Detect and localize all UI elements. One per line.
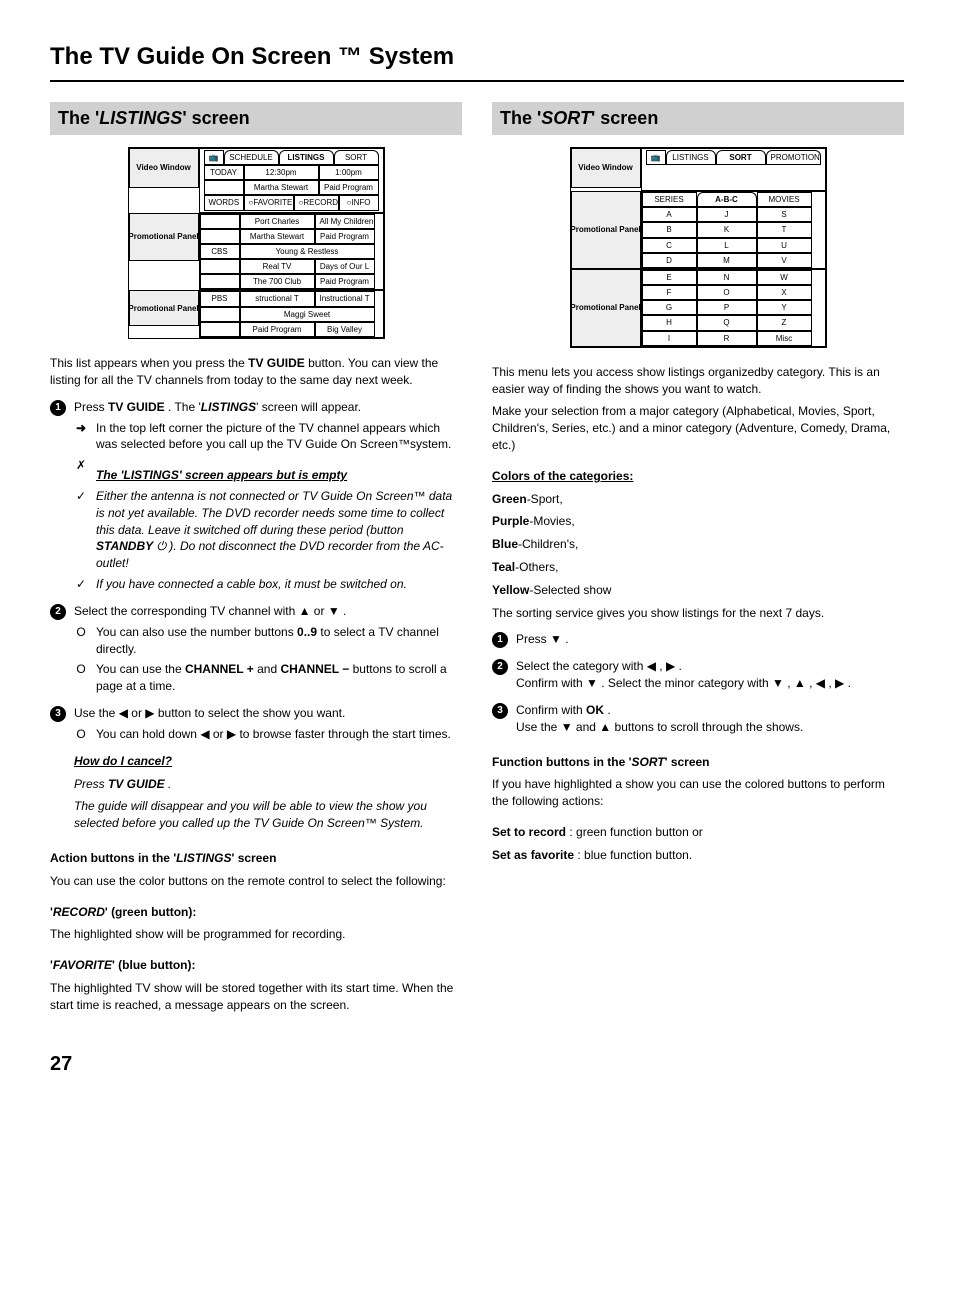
colors-post: The sorting service gives you show listi… (492, 605, 904, 622)
sort-intro: This menu lets you access show listings … (492, 364, 904, 398)
favorite-label: 'FAVORITE' (blue button): (50, 957, 462, 974)
color-green: Green-Sport, (492, 491, 904, 508)
record-body: The highlighted show will be programmed … (50, 926, 462, 943)
left-icon: ◀ (200, 727, 209, 741)
listings-step-3: 3 Use the ◀ or ▶ button to select the sh… (50, 705, 462, 722)
step2-sub2: O You can use the CHANNEL + and CHANNEL … (74, 661, 462, 695)
down-icon: ▼ (550, 632, 562, 646)
up-icon: ▲ (299, 604, 311, 618)
color-blue: Blue-Children's, (492, 536, 904, 553)
color-teal: Teal-Others, (492, 559, 904, 576)
function-buttons-heading: Function buttons in the 'SORT' screen (492, 754, 904, 771)
circle-icon: O (74, 726, 88, 743)
action-buttons-heading: Action buttons in the 'LISTINGS' screen (50, 850, 462, 867)
favorite-body: The highlighted TV show will be stored t… (50, 980, 462, 1014)
left-icon: ◀ (816, 676, 825, 690)
empty-note-2: ✓ If you have connected a cable box, it … (74, 576, 462, 593)
step-number-icon: 1 (50, 400, 66, 416)
check-icon: ✓ (74, 576, 88, 593)
record-label: 'RECORD' (green button): (50, 904, 462, 921)
listings-intro: This list appears when you press the TV … (50, 355, 462, 389)
arrow-right-icon: ➜ (74, 420, 88, 454)
page-title: The TV Guide On Screen ™ System (50, 40, 904, 82)
circle-icon: O (74, 624, 88, 658)
x-icon: ✗ (74, 457, 88, 484)
up-icon: ▲ (794, 676, 806, 690)
right-icon: ▶ (145, 706, 154, 720)
sort-step-2: 2 Select the category with ◀ , ▶ . Confi… (492, 658, 904, 692)
check-icon: ✓ (74, 488, 88, 572)
right-icon: ▶ (227, 727, 236, 741)
function-intro: If you have highlighted a show you can u… (492, 776, 904, 810)
listings-figure: Video Window 📺 SCHEDULE LISTINGS SORT TO… (50, 147, 462, 339)
step3-sub1: O You can hold down ◀ or ▶ to browse fas… (74, 726, 462, 743)
cancel-body: The guide will disappear and you will be… (74, 798, 462, 832)
color-yellow: Yellow-Selected show (492, 582, 904, 599)
cancel-press: Press TV GUIDE . (74, 776, 462, 793)
right-icon: ▶ (835, 676, 844, 690)
step-number-icon: 3 (492, 703, 508, 719)
sort-step-1: 1 Press ▼ . (492, 631, 904, 648)
func-favorite: Set as favorite : blue function button. (492, 847, 904, 864)
colors-heading: Colors of the categories: (492, 468, 904, 485)
down-icon: ▼ (328, 604, 340, 618)
action-intro: You can use the color buttons on the rem… (50, 873, 462, 890)
left-icon: ◀ (647, 659, 656, 673)
func-record: Set to record : green function button or (492, 824, 904, 841)
down-icon: ▼ (586, 676, 598, 690)
right-icon: ▶ (666, 659, 675, 673)
right-column: The 'SORT' screen Video Window 📺 LISTING… (492, 102, 904, 1020)
down-icon: ▼ (561, 720, 573, 734)
sort-figure: Video Window 📺 LISTINGS SORT PROMOTION P… (492, 147, 904, 348)
up-icon: ▲ (599, 720, 611, 734)
sort-intro2: Make your selection from a major categor… (492, 403, 904, 453)
down-icon: ▼ (772, 676, 784, 690)
step-number-icon: 2 (50, 604, 66, 620)
step-number-icon: 3 (50, 706, 66, 722)
step2-sub1: O You can also use the number buttons 0.… (74, 624, 462, 658)
sort-step-3: 3 Confirm with OK . Use the ▼ and ▲ butt… (492, 702, 904, 736)
empty-note-title: The 'LISTINGS' screen appears but is emp… (96, 467, 462, 484)
left-column: The 'LISTINGS' screen Video Window 📺 SCH… (50, 102, 462, 1020)
step-number-icon: 2 (492, 659, 508, 675)
page-number: 27 (50, 1050, 904, 1078)
left-icon: ◀ (119, 706, 128, 720)
step1-sub: ➜ In the top left corner the picture of … (74, 420, 462, 454)
color-purple: Purple-Movies, (492, 513, 904, 530)
sort-section-header: The 'SORT' screen (492, 102, 904, 135)
listings-step-2: 2 Select the corresponding TV channel wi… (50, 603, 462, 620)
step-number-icon: 1 (492, 632, 508, 648)
circle-icon: O (74, 661, 88, 695)
cancel-title: How do I cancel? (74, 753, 462, 770)
listings-section-header: The 'LISTINGS' screen (50, 102, 462, 135)
empty-note-1: ✓ Either the antenna is not connected or… (74, 488, 462, 572)
listings-step-1: 1 Press TV GUIDE . The 'LISTINGS' screen… (50, 399, 462, 416)
